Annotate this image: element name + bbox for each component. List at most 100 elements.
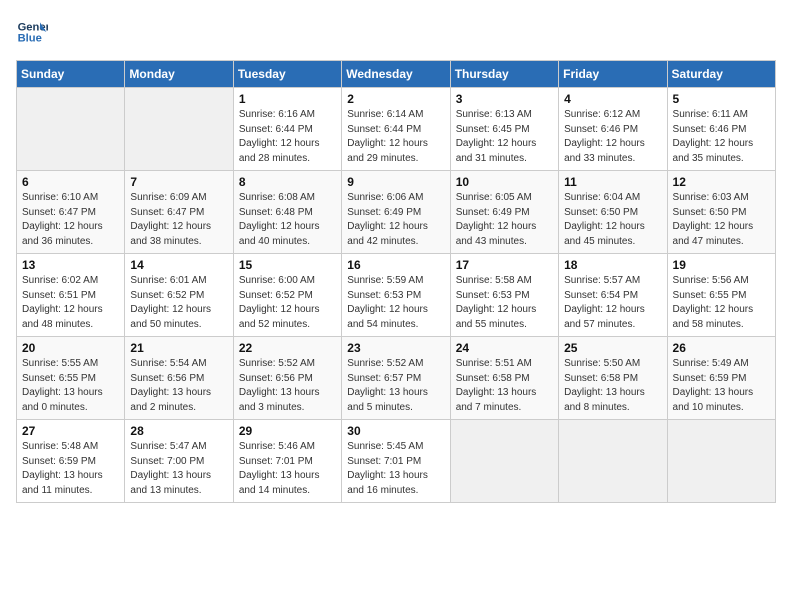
day-number: 25 — [564, 341, 661, 355]
day-detail: Sunrise: 6:01 AM Sunset: 6:52 PM Dayligh… — [130, 274, 227, 332]
day-number: 14 — [130, 258, 227, 272]
header-row: SundayMondayTuesdayWednesdayThursdayFrid… — [17, 61, 776, 88]
day-detail: Sunrise: 5:45 AM Sunset: 7:01 PM Dayligh… — [347, 440, 444, 498]
day-detail: Sunrise: 5:54 AM Sunset: 6:56 PM Dayligh… — [130, 357, 227, 415]
day-detail: Sunrise: 6:05 AM Sunset: 6:49 PM Dayligh… — [456, 191, 553, 249]
day-number: 1 — [239, 92, 336, 106]
calendar-cell: 30 Sunrise: 5:45 AM Sunset: 7:01 PM Dayli… — [342, 420, 450, 503]
day-number: 27 — [22, 424, 119, 438]
day-detail: Sunrise: 5:59 AM Sunset: 6:53 PM Dayligh… — [347, 274, 444, 332]
day-number: 3 — [456, 92, 553, 106]
calendar-cell: 14 Sunrise: 6:01 AM Sunset: 6:52 PM Dayli… — [125, 254, 233, 337]
day-detail: Sunrise: 5:58 AM Sunset: 6:53 PM Dayligh… — [456, 274, 553, 332]
calendar-cell: 27 Sunrise: 5:48 AM Sunset: 6:59 PM Dayli… — [17, 420, 125, 503]
day-number: 6 — [22, 175, 119, 189]
day-number: 20 — [22, 341, 119, 355]
calendar-cell: 18 Sunrise: 5:57 AM Sunset: 6:54 PM Dayli… — [559, 254, 667, 337]
day-detail: Sunrise: 5:55 AM Sunset: 6:55 PM Dayligh… — [22, 357, 119, 415]
day-number: 10 — [456, 175, 553, 189]
header-cell-tuesday: Tuesday — [233, 61, 341, 88]
day-number: 4 — [564, 92, 661, 106]
header-cell-saturday: Saturday — [667, 61, 775, 88]
day-detail: Sunrise: 6:02 AM Sunset: 6:51 PM Dayligh… — [22, 274, 119, 332]
calendar-cell: 17Sunrise: 5:58 AM Sunset: 6:53 PM Dayli… — [450, 254, 558, 337]
calendar-cell: 10 Sunrise: 6:05 AM Sunset: 6:49 PM Dayli… — [450, 171, 558, 254]
day-detail: Sunrise: 6:06 AM Sunset: 6:49 PM Dayligh… — [347, 191, 444, 249]
calendar-cell — [559, 420, 667, 503]
calendar-cell: 28 Sunrise: 5:47 AM Sunset: 7:00 PM Dayli… — [125, 420, 233, 503]
day-number: 19 — [673, 258, 770, 272]
day-detail: Sunrise: 6:00 AM Sunset: 6:52 PM Dayligh… — [239, 274, 336, 332]
calendar-cell — [450, 420, 558, 503]
day-detail: Sunrise: 6:09 AM Sunset: 6:47 PM Dayligh… — [130, 191, 227, 249]
calendar-cell: 1 Sunrise: 6:16 AM Sunset: 6:44 PM Daylig… — [233, 88, 341, 171]
calendar-week-3: 13Sunrise: 6:02 AM Sunset: 6:51 PM Dayli… — [17, 254, 776, 337]
day-number: 26 — [673, 341, 770, 355]
header-cell-friday: Friday — [559, 61, 667, 88]
svg-text:General: General — [18, 21, 48, 33]
day-detail: Sunrise: 5:47 AM Sunset: 7:00 PM Dayligh… — [130, 440, 227, 498]
svg-text:Blue: Blue — [18, 33, 42, 45]
logo-icon: General Blue — [16, 16, 48, 48]
day-number: 30 — [347, 424, 444, 438]
day-detail: Sunrise: 6:10 AM Sunset: 6:47 PM Dayligh… — [22, 191, 119, 249]
day-number: 16 — [347, 258, 444, 272]
calendar-cell: 2 Sunrise: 6:14 AM Sunset: 6:44 PM Daylig… — [342, 88, 450, 171]
calendar-cell: 8Sunrise: 6:08 AM Sunset: 6:48 PM Daylig… — [233, 171, 341, 254]
calendar-body: 1 Sunrise: 6:16 AM Sunset: 6:44 PM Daylig… — [17, 88, 776, 503]
calendar-week-4: 20 Sunrise: 5:55 AM Sunset: 6:55 PM Dayli… — [17, 337, 776, 420]
day-detail: Sunrise: 5:52 AM Sunset: 6:56 PM Dayligh… — [239, 357, 336, 415]
calendar-cell: 7 Sunrise: 6:09 AM Sunset: 6:47 PM Daylig… — [125, 171, 233, 254]
calendar-cell: 13Sunrise: 6:02 AM Sunset: 6:51 PM Dayli… — [17, 254, 125, 337]
calendar-cell: 25 Sunrise: 5:50 AM Sunset: 6:58 PM Dayli… — [559, 337, 667, 420]
calendar-cell — [667, 420, 775, 503]
day-detail: Sunrise: 6:03 AM Sunset: 6:50 PM Dayligh… — [673, 191, 770, 249]
day-number: 22 — [239, 341, 336, 355]
day-detail: Sunrise: 6:16 AM Sunset: 6:44 PM Dayligh… — [239, 108, 336, 166]
logo: General Blue — [16, 16, 52, 48]
day-number: 12 — [673, 175, 770, 189]
calendar-cell: 9 Sunrise: 6:06 AM Sunset: 6:49 PM Daylig… — [342, 171, 450, 254]
day-number: 9 — [347, 175, 444, 189]
day-detail: Sunrise: 5:49 AM Sunset: 6:59 PM Dayligh… — [673, 357, 770, 415]
day-number: 23 — [347, 341, 444, 355]
day-number: 29 — [239, 424, 336, 438]
day-detail: Sunrise: 5:48 AM Sunset: 6:59 PM Dayligh… — [22, 440, 119, 498]
day-detail: Sunrise: 5:57 AM Sunset: 6:54 PM Dayligh… — [564, 274, 661, 332]
day-detail: Sunrise: 5:46 AM Sunset: 7:01 PM Dayligh… — [239, 440, 336, 498]
day-number: 7 — [130, 175, 227, 189]
day-number: 2 — [347, 92, 444, 106]
header-cell-sunday: Sunday — [17, 61, 125, 88]
day-number: 18 — [564, 258, 661, 272]
calendar-cell: 6 Sunrise: 6:10 AM Sunset: 6:47 PM Daylig… — [17, 171, 125, 254]
day-detail: Sunrise: 5:56 AM Sunset: 6:55 PM Dayligh… — [673, 274, 770, 332]
calendar-cell: 4Sunrise: 6:12 AM Sunset: 6:46 PM Daylig… — [559, 88, 667, 171]
day-number: 8 — [239, 175, 336, 189]
header-cell-thursday: Thursday — [450, 61, 558, 88]
day-number: 28 — [130, 424, 227, 438]
day-detail: Sunrise: 5:52 AM Sunset: 6:57 PM Dayligh… — [347, 357, 444, 415]
calendar-cell: 29 Sunrise: 5:46 AM Sunset: 7:01 PM Dayli… — [233, 420, 341, 503]
calendar-week-1: 1 Sunrise: 6:16 AM Sunset: 6:44 PM Daylig… — [17, 88, 776, 171]
day-detail: Sunrise: 5:50 AM Sunset: 6:58 PM Dayligh… — [564, 357, 661, 415]
day-detail: Sunrise: 6:04 AM Sunset: 6:50 PM Dayligh… — [564, 191, 661, 249]
day-number: 11 — [564, 175, 661, 189]
calendar-cell: 22 Sunrise: 5:52 AM Sunset: 6:56 PM Dayli… — [233, 337, 341, 420]
calendar-cell — [17, 88, 125, 171]
day-number: 5 — [673, 92, 770, 106]
calendar-cell: 26 Sunrise: 5:49 AM Sunset: 6:59 PM Dayli… — [667, 337, 775, 420]
day-detail: Sunrise: 6:13 AM Sunset: 6:45 PM Dayligh… — [456, 108, 553, 166]
calendar-cell: 20 Sunrise: 5:55 AM Sunset: 6:55 PM Dayli… — [17, 337, 125, 420]
calendar-cell: 24Sunrise: 5:51 AM Sunset: 6:58 PM Dayli… — [450, 337, 558, 420]
day-number: 15 — [239, 258, 336, 272]
calendar-cell — [125, 88, 233, 171]
calendar-cell: 19 Sunrise: 5:56 AM Sunset: 6:55 PM Dayli… — [667, 254, 775, 337]
day-detail: Sunrise: 6:14 AM Sunset: 6:44 PM Dayligh… — [347, 108, 444, 166]
header-cell-wednesday: Wednesday — [342, 61, 450, 88]
calendar-cell: 21Sunrise: 5:54 AM Sunset: 6:56 PM Dayli… — [125, 337, 233, 420]
calendar-cell: 5 Sunrise: 6:11 AM Sunset: 6:46 PM Daylig… — [667, 88, 775, 171]
calendar-cell: 3 Sunrise: 6:13 AM Sunset: 6:45 PM Daylig… — [450, 88, 558, 171]
day-detail: Sunrise: 6:11 AM Sunset: 6:46 PM Dayligh… — [673, 108, 770, 166]
calendar-week-2: 6 Sunrise: 6:10 AM Sunset: 6:47 PM Daylig… — [17, 171, 776, 254]
calendar-week-5: 27 Sunrise: 5:48 AM Sunset: 6:59 PM Dayli… — [17, 420, 776, 503]
